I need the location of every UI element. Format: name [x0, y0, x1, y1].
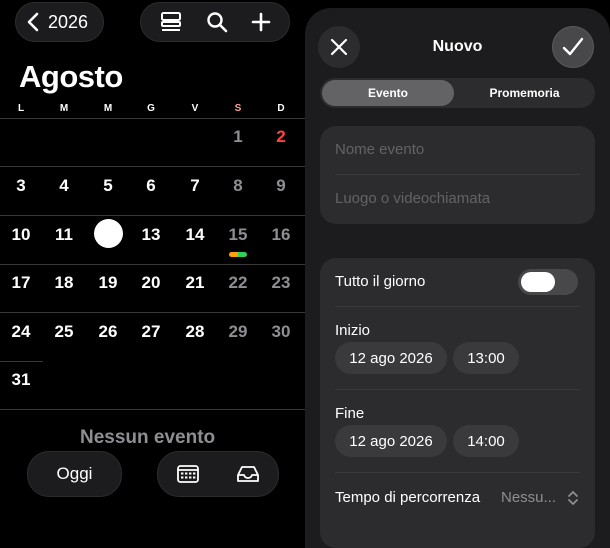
month-calendar: 2026 Agosto LMMGVSD 12345678910111213141…: [0, 0, 305, 523]
back-to-year-button[interactable]: 2026: [15, 2, 104, 42]
toolbar-pill: [140, 2, 290, 42]
weekday-label: G: [147, 103, 155, 114]
no-events-label: Nessun evento: [80, 427, 216, 448]
segment-reminder[interactable]: Promemoria: [456, 80, 593, 106]
day-cell[interactable]: 1: [221, 127, 255, 147]
today-button[interactable]: Oggi: [27, 451, 122, 497]
event-indicator: [229, 252, 247, 257]
weekday-label: M: [103, 103, 113, 114]
location-field[interactable]: Luogo o videochiamata: [335, 190, 490, 207]
toggle-knob: [521, 272, 555, 292]
day-cell[interactable]: 9: [264, 176, 298, 196]
plus-icon[interactable]: [251, 12, 271, 32]
end-date-chip[interactable]: 12 ago 2026: [335, 425, 447, 457]
weekday-label: M: [59, 103, 69, 114]
divider: [335, 472, 580, 473]
chevron-left-icon: [26, 12, 40, 32]
day-cell[interactable]: 5: [91, 176, 125, 196]
day-cell[interactable]: 10: [4, 225, 38, 245]
day-cell[interactable]: 26: [91, 322, 125, 342]
day-cell[interactable]: 3: [4, 176, 38, 196]
day-cell[interactable]: 29: [221, 322, 255, 342]
new-event-sheet: Nuovo Evento Promemoria Nome evento Luog…: [305, 8, 610, 548]
segment-event[interactable]: Evento: [322, 80, 454, 106]
day-cell[interactable]: 13: [134, 225, 168, 245]
checkmark-icon: [562, 37, 584, 57]
day-cell[interactable]: 11: [47, 225, 81, 245]
end-time-chip[interactable]: 14:00: [453, 425, 519, 457]
event-dot: [229, 252, 238, 257]
event-name-field[interactable]: Nome evento: [335, 141, 424, 158]
day-cell[interactable]: 8: [221, 176, 255, 196]
day-cell[interactable]: 30: [264, 322, 298, 342]
divider: [335, 174, 580, 175]
week-separator: [0, 409, 305, 410]
title-location-card: Nome evento Luogo o videochiamata: [320, 126, 595, 224]
day-cell[interactable]: 28: [178, 322, 212, 342]
day-cell[interactable]: 18: [47, 273, 81, 293]
day-cell[interactable]: 20: [134, 273, 168, 293]
week-separator: [0, 215, 305, 216]
week-separator: [0, 118, 305, 119]
date-time-card: Tutto il giorno Inizio 12 ago 2026 13:00…: [320, 258, 595, 548]
weekday-label: D: [277, 103, 285, 114]
week-separator: [0, 166, 305, 167]
start-time-chip[interactable]: 13:00: [453, 342, 519, 374]
back-label: 2026: [48, 11, 89, 32]
list-view-icon[interactable]: [159, 11, 183, 33]
all-day-label: Tutto il giorno: [335, 273, 426, 290]
week-separator: [0, 361, 43, 362]
day-cell[interactable]: 19: [91, 273, 125, 293]
day-cell[interactable]: 4: [47, 176, 81, 196]
day-cell[interactable]: 6: [134, 176, 168, 196]
chevron-up-down-icon[interactable]: [567, 490, 579, 506]
day-cell[interactable]: 27: [134, 322, 168, 342]
divider: [335, 306, 580, 307]
start-date-chip[interactable]: 12 ago 2026: [335, 342, 447, 374]
search-icon[interactable]: [206, 11, 228, 33]
day-cell[interactable]: 31: [4, 370, 38, 390]
bottom-toolbar: [157, 451, 279, 497]
day-cell[interactable]: 24: [4, 322, 38, 342]
day-cell[interactable]: 2: [264, 127, 298, 147]
travel-time-value[interactable]: Nessu...: [501, 489, 556, 506]
event-dot: [238, 252, 247, 257]
day-cell[interactable]: 25: [47, 322, 81, 342]
weekday-label: S: [234, 103, 242, 114]
week-separator: [0, 264, 305, 265]
month-title: Agosto: [19, 59, 123, 94]
confirm-button[interactable]: [552, 26, 594, 68]
day-cell[interactable]: 17: [4, 273, 38, 293]
day-cell[interactable]: 15: [221, 225, 255, 245]
weekday-label: V: [191, 103, 199, 114]
type-segmented-control: Evento Promemoria: [320, 78, 595, 108]
end-label: Fine: [335, 405, 365, 422]
day-cell[interactable]: 22: [221, 273, 255, 293]
day-cell[interactable]: 7: [178, 176, 212, 196]
divider: [335, 389, 580, 390]
start-label: Inizio: [335, 322, 371, 339]
travel-time-label: Tempo di percorrenza: [335, 489, 481, 506]
day-cell[interactable]: 14: [178, 225, 212, 245]
day-cell[interactable]: 21: [178, 273, 212, 293]
all-day-toggle[interactable]: [518, 269, 578, 295]
day-cell[interactable]: 16: [264, 225, 298, 245]
calendar-grid-icon[interactable]: [176, 464, 200, 484]
inbox-icon[interactable]: [235, 464, 261, 484]
day-cell[interactable]: 23: [264, 273, 298, 293]
weekday-label: L: [17, 103, 25, 114]
week-separator: [0, 312, 305, 313]
today-highlight: [94, 219, 123, 248]
